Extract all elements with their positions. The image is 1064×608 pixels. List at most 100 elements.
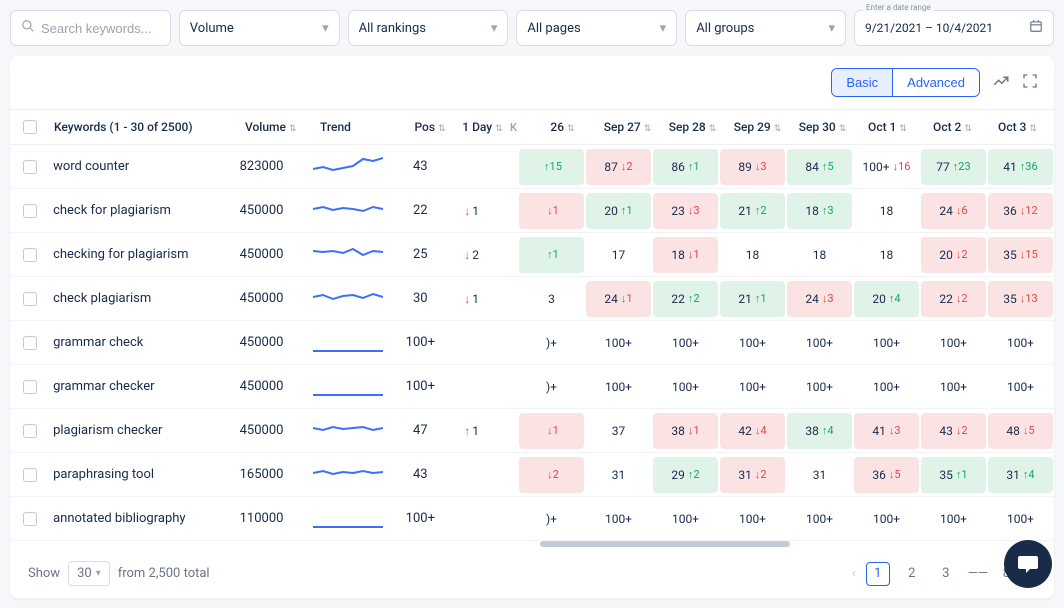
pos-text: 30 xyxy=(413,291,428,306)
per-page-select[interactable]: 30 ▾ xyxy=(68,561,110,586)
volume-text: 110000 xyxy=(240,511,284,526)
basic-mode-button[interactable]: Basic xyxy=(832,69,892,96)
date-column-header[interactable]: Sep 28⇅ xyxy=(660,120,725,134)
page-3-button[interactable]: 3 xyxy=(934,562,958,586)
chart-icon[interactable] xyxy=(992,72,1010,94)
keywords-header[interactable]: Keywords (1 - 30 of 2500) xyxy=(50,120,245,134)
rank-cell: 20↑4 xyxy=(854,281,919,317)
row-checkbox[interactable] xyxy=(23,336,37,350)
table-row: plagiarism checker45000047↑ 1↓13738↓142↓… xyxy=(10,409,1054,453)
date-label: Enter a date range xyxy=(863,3,934,12)
expand-icon[interactable] xyxy=(1022,73,1038,93)
rank-cell: )+ xyxy=(519,369,584,405)
calendar-icon xyxy=(1029,19,1043,37)
horizontal-scrollbar[interactable] xyxy=(540,541,1034,549)
rank-cell: 20↓2 xyxy=(921,237,986,273)
volume-text: 450000 xyxy=(240,335,284,350)
rank-cell: 21↑1 xyxy=(720,281,785,317)
chat-widget-button[interactable] xyxy=(1004,540,1052,588)
date-value: 9/21/2021 – 10/4/2021 xyxy=(865,21,993,35)
groups-filter[interactable]: All groups ▾ xyxy=(685,10,846,46)
row-checkbox[interactable] xyxy=(23,160,37,174)
keyword-text: grammar checker xyxy=(53,379,154,394)
rankings-filter[interactable]: All rankings ▾ xyxy=(348,10,509,46)
trend-sparkline xyxy=(313,285,396,313)
trend-header[interactable]: Trend xyxy=(320,120,405,134)
table-row: paraphrasing tool16500043↓23129↑231↓2313… xyxy=(10,453,1054,497)
date-column-header[interactable]: Sep 27⇅ xyxy=(595,120,660,134)
rank-cell: 100+↓16 xyxy=(854,149,919,185)
row-checkbox[interactable] xyxy=(23,292,37,306)
main-panel: Basic Advanced Keywords (1 - 30 of 2500)… xyxy=(10,56,1054,598)
rank-cell: 100+ xyxy=(720,501,785,537)
pages-filter[interactable]: All pages ▾ xyxy=(516,10,677,46)
date-column-header[interactable]: Oct 3⇅ xyxy=(985,120,1050,134)
scroll-thumb[interactable] xyxy=(540,541,790,547)
rank-cell: 31↓2 xyxy=(720,457,785,493)
rank-cell: 41↓3 xyxy=(854,413,919,449)
date-cells: ↑11718↓118181820↓235↓15 xyxy=(518,237,1054,273)
rank-cell: ↑1 xyxy=(519,237,584,273)
day-change: ↓ 2 xyxy=(445,248,499,262)
volume-header[interactable]: Volume⇅ xyxy=(245,120,320,134)
row-checkbox[interactable] xyxy=(23,512,37,526)
rank-cell: 100+ xyxy=(586,501,651,537)
rank-cell: 17 xyxy=(586,237,651,273)
date-column-header[interactable]: Oct 1⇅ xyxy=(855,120,920,134)
day-header[interactable]: 1 Day⇅ xyxy=(455,120,510,134)
search-filter[interactable] xyxy=(10,10,171,46)
date-range-filter[interactable]: Enter a date range 9/21/2021 – 10/4/2021 xyxy=(854,10,1054,46)
date-column-header[interactable]: 26⇅ xyxy=(530,120,595,134)
date-column-header[interactable]: Oct 2⇅ xyxy=(920,120,985,134)
rank-cell: 22↑2 xyxy=(653,281,718,317)
pos-header[interactable]: Pos⇅ xyxy=(405,120,455,134)
table-body: word counter82300043↑1587↓286↑189↓384↑51… xyxy=(10,145,1054,541)
table-footer: Show 30 ▾ from 2,500 total ‹ 1 2 3 —— 84… xyxy=(10,549,1054,598)
rank-cell: 77↑23 xyxy=(921,149,986,185)
date-column-header[interactable]: Sep 30⇅ xyxy=(790,120,855,134)
rank-cell: 31 xyxy=(586,457,651,493)
keyword-text: checking for plagiarism xyxy=(53,247,188,262)
date-cells: )+100+100+100+100+100+100+100+ xyxy=(518,325,1054,361)
trend-sparkline xyxy=(313,197,396,225)
row-checkbox[interactable] xyxy=(23,248,37,262)
table-row: grammar checker450000100+)+100+100+100+1… xyxy=(10,365,1054,409)
header-text: Pos xyxy=(414,120,435,134)
panel-toolbar: Basic Advanced xyxy=(10,56,1054,110)
date-cells: )+100+100+100+100+100+100+100+ xyxy=(518,369,1054,405)
total-label: from 2,500 total xyxy=(118,566,210,581)
rank-cell: 41↑36 xyxy=(988,149,1053,185)
rank-cell: 36↓5 xyxy=(854,457,919,493)
select-all-checkbox[interactable] xyxy=(23,120,37,134)
row-checkbox[interactable] xyxy=(23,468,37,482)
table-row: word counter82300043↑1587↓286↑189↓384↑51… xyxy=(10,145,1054,189)
keywords-table: Keywords (1 - 30 of 2500) Volume⇅ Trend … xyxy=(10,110,1054,549)
row-checkbox[interactable] xyxy=(23,204,37,218)
volume-filter[interactable]: Volume ▾ xyxy=(179,10,340,46)
search-input[interactable] xyxy=(41,21,160,36)
date-cells: ↓23129↑231↓23136↓535↑131↑4 xyxy=(518,457,1054,493)
page-1-button[interactable]: 1 xyxy=(866,562,890,586)
row-checkbox[interactable] xyxy=(23,424,37,438)
chevron-down-icon: ▾ xyxy=(828,21,835,36)
advanced-mode-button[interactable]: Advanced xyxy=(893,69,979,96)
table-row: checking for plagiarism45000025↓ 2↑11718… xyxy=(10,233,1054,277)
table-row: check plagiarism45000030↓ 1324↓122↑221↑1… xyxy=(10,277,1054,321)
rank-cell: 100+ xyxy=(854,369,919,405)
volume-text: 450000 xyxy=(240,423,284,438)
table-row: check for plagiarism45000022↓ 1↓120↑123↓… xyxy=(10,189,1054,233)
rank-cell: 18↓1 xyxy=(653,237,718,273)
mode-toggle: Basic Advanced xyxy=(831,68,980,97)
rank-cell: 21↑2 xyxy=(720,193,785,229)
row-checkbox[interactable] xyxy=(23,380,37,394)
filter-bar: Volume ▾ All rankings ▾ All pages ▾ All … xyxy=(10,10,1054,46)
rank-cell: ↑15 xyxy=(519,149,584,185)
header-text: Volume xyxy=(245,120,286,134)
header-text: Keywords (1 - 30 of 2500) xyxy=(54,120,193,134)
rank-cell: 100+ xyxy=(653,501,718,537)
prev-page-button[interactable]: ‹ xyxy=(852,566,856,581)
rank-cell: 42↓4 xyxy=(720,413,785,449)
date-column-header[interactable]: Sep 29⇅ xyxy=(725,120,790,134)
page-2-button[interactable]: 2 xyxy=(900,562,924,586)
trend-sparkline xyxy=(313,153,396,181)
